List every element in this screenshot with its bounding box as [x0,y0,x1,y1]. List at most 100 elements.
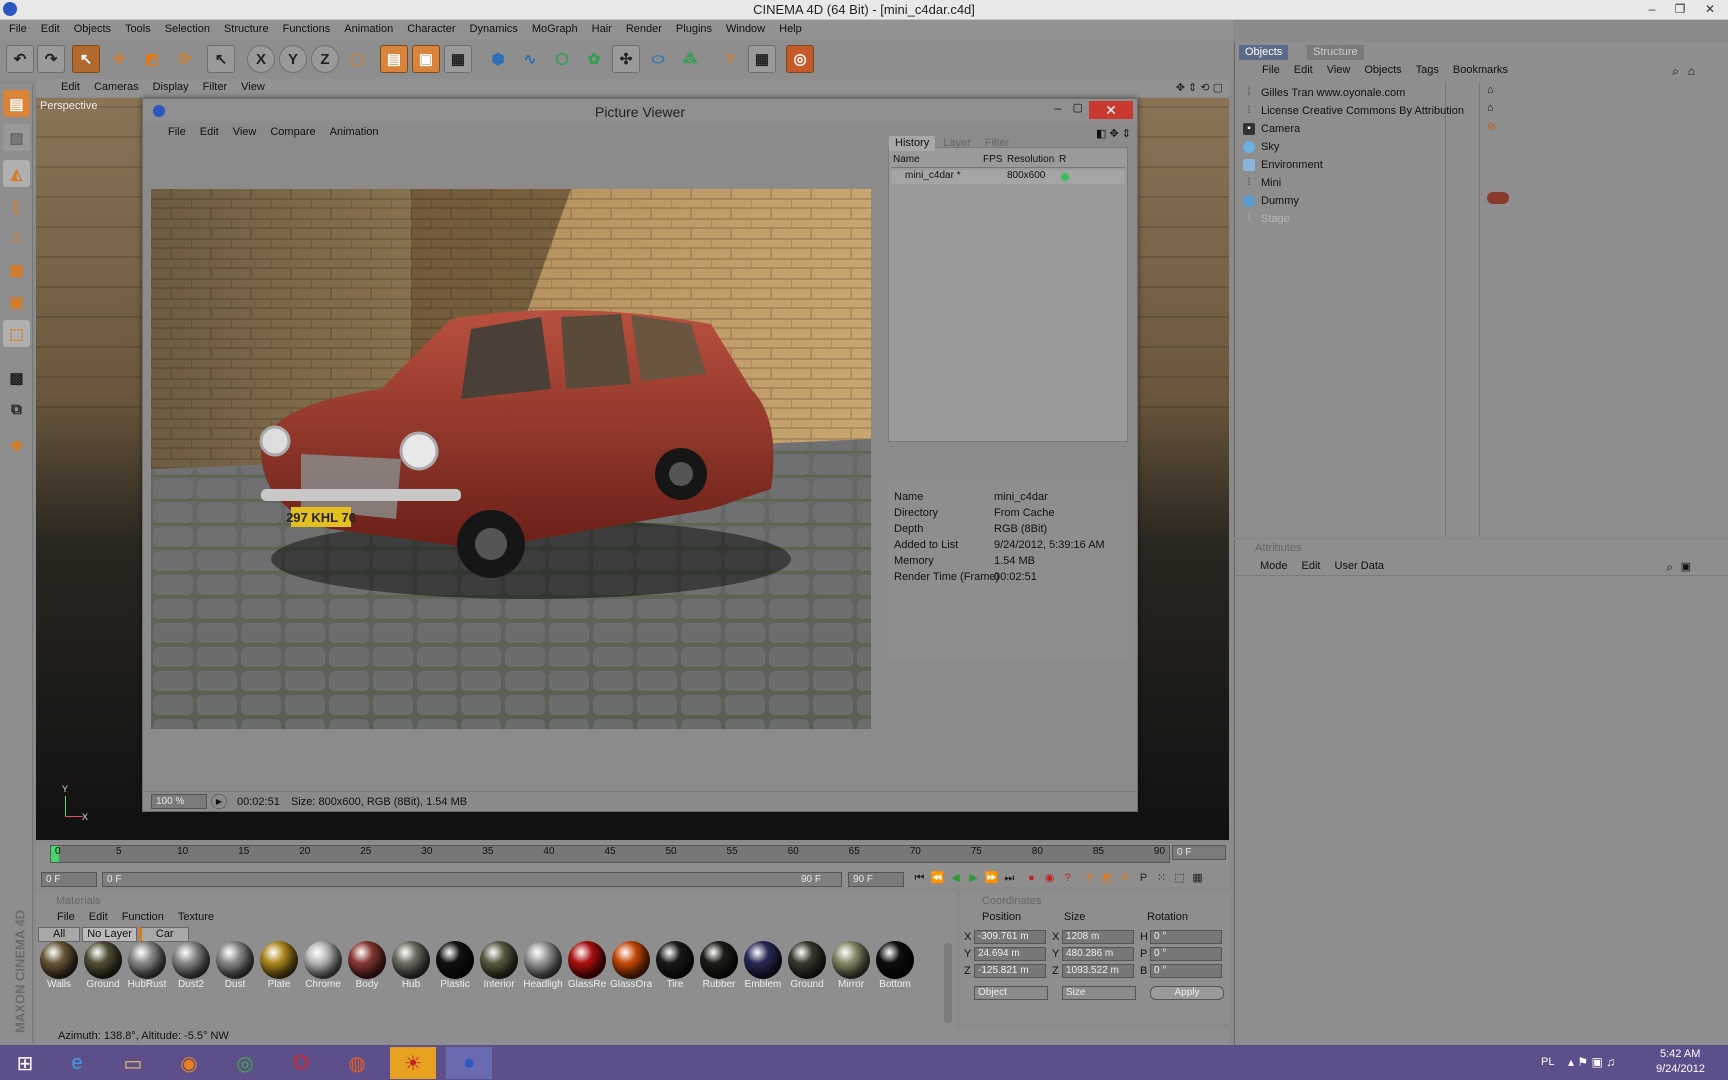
history-row[interactable]: mini_c4dar * 800x600 [891,170,1125,184]
material-swatch[interactable]: Emblem [742,941,784,993]
play-icon[interactable]: ▶ [211,794,227,809]
clock-date[interactable]: 9/24/2012 [1656,1063,1705,1075]
menu-mograph[interactable]: MoGraph [525,20,585,39]
material-swatch[interactable]: HubRust [126,941,168,993]
maximize-button[interactable]: ❐ [1668,0,1692,18]
menu-plugins[interactable]: Plugins [669,20,719,39]
obj-menu-tags[interactable]: Tags [1409,61,1446,80]
pv-maximize-button[interactable]: ▢ [1073,101,1083,114]
object-row[interactable]: ⁞ License Creative Commons By Attribution [1243,102,1464,119]
coordinate-system-icon[interactable]: ⬚ [343,45,371,73]
end-frame-field[interactable]: 90 F [848,872,904,887]
history-col-resolution[interactable]: Resolution [1007,154,1054,165]
language-indicator[interactable]: PL [1541,1056,1554,1068]
mat-menu-file[interactable]: File [50,908,82,927]
file-explorer-icon[interactable]: ▭ [110,1047,156,1079]
current-frame-field[interactable]: 0 F [1172,845,1226,860]
timeline-window-icon[interactable]: ▦ [1190,871,1205,886]
pv-menu-edit[interactable]: Edit [193,123,226,142]
obj-menu-edit[interactable]: Edit [1287,61,1320,80]
pv-close-button[interactable]: ✕ [1089,101,1133,119]
model-mode-icon[interactable]: ◭ [3,160,30,187]
render-settings-icon[interactable]: ▦ [444,45,472,73]
pv-menu-view[interactable]: View [226,123,264,142]
history-col-fps[interactable]: FPS [983,154,1002,165]
web-icon[interactable]: ◎ [786,45,814,73]
material-scrollbar[interactable] [944,943,952,1023]
viewport-menu-view[interactable]: View [234,78,272,97]
obj-menu-view[interactable]: View [1320,61,1358,80]
material-tag-icon[interactable] [1487,192,1509,204]
menu-character[interactable]: Character [400,20,462,39]
menu-animation[interactable]: Animation [337,20,400,39]
x-axis-icon[interactable]: X [247,45,275,73]
rotation-b-field[interactable]: 0 ° [1150,964,1222,978]
render-picture-viewer-icon[interactable]: ▣ [412,45,440,73]
mat-menu-texture[interactable]: Texture [171,908,221,927]
rotate-icon[interactable]: ⟳ [171,45,199,73]
obj-menu-objects[interactable]: Objects [1357,61,1408,80]
subdivision-icon[interactable]: ⬡ [548,45,576,73]
viewport-menu-display[interactable]: Display [146,78,196,97]
material-swatch[interactable]: Dust2 [170,941,212,993]
filter-all[interactable]: All [38,927,81,942]
start-frame-field[interactable]: 0 F [41,872,97,887]
material-swatch[interactable]: Dust [214,941,256,993]
position-x-field[interactable]: -309.761 m [974,930,1046,944]
viewport-menu-filter[interactable]: Filter [196,78,234,97]
protection-tag-icon[interactable]: ⌂ [1487,102,1494,114]
menu-tools[interactable]: Tools [118,20,158,39]
compositing-tag-icon[interactable]: ⊘ [1487,120,1496,133]
layout-icon[interactable]: ▦ [748,45,776,73]
size-y-field[interactable]: 480.286 m [1062,947,1134,961]
tab-filter[interactable]: Filter [979,136,1015,151]
cube-icon[interactable]: ⬢ [484,45,512,73]
points-mode-icon[interactable]: ⁙ [3,224,30,251]
opera-icon[interactable]: O [278,1047,324,1079]
goto-end-icon[interactable]: ⏭ [1002,871,1017,886]
material-swatch[interactable]: Chrome [302,941,344,993]
help-icon[interactable]: ? [716,45,744,73]
menu-hair[interactable]: Hair [585,20,619,39]
attr-menu-user-data[interactable]: User Data [1328,557,1392,576]
tab-structure[interactable]: Structure [1307,45,1364,60]
record-icon[interactable]: ● [1024,871,1039,886]
viewport-nav-icons[interactable]: ✥ ⇕ ⟲ ▢ [1176,81,1223,94]
parameter-key-icon[interactable]: P [1136,871,1151,886]
object-axis-icon[interactable]: ⌊ [3,192,30,219]
obj-menu-file[interactable]: File [1255,61,1287,80]
menu-file[interactable]: File [2,20,34,39]
object-row[interactable]: ⁞ Gilles Tran www.oyonale.com [1243,84,1406,101]
timeline-ruler[interactable]: 0 5 10 15 20 25 30 35 40 45 50 55 60 65 70 75 80 85 90 [50,845,1170,863]
history-col-name[interactable]: Name [893,154,920,165]
redo-icon[interactable]: ↷ [37,45,65,73]
protection-tag-icon[interactable]: ⌂ [1487,84,1494,96]
position-y-field[interactable]: 24.694 m [974,947,1046,961]
material-swatch[interactable]: Plastic [434,941,476,993]
attr-search-icon[interactable]: ⌕ [1666,560,1673,575]
pla-key-icon[interactable]: ⁙ [1154,871,1169,886]
viewport-menu-edit[interactable]: Edit [54,78,87,97]
menu-edit[interactable]: Edit [34,20,67,39]
camera-scene-icon[interactable]: ⁂ [676,45,704,73]
material-swatch[interactable]: Mirror [830,941,872,993]
move-icon[interactable]: ✛ [105,45,133,73]
material-swatch[interactable]: Bottom [874,941,916,993]
attr-menu-edit[interactable]: Edit [1295,557,1328,576]
undo-icon[interactable]: ↶ [6,45,34,73]
start-button-icon[interactable]: ⊞ [2,1047,48,1079]
workplane-icon[interactable]: ▩ [3,364,30,391]
sculpt-icon[interactable]: ✤ [3,432,30,459]
apply-button[interactable]: Apply [1150,986,1224,1000]
menu-structure[interactable]: Structure [217,20,276,39]
polygons-mode-icon[interactable]: ▣ [3,288,30,315]
pv-menu-compare[interactable]: Compare [263,123,322,142]
filter-car[interactable]: Car [138,927,189,942]
make-editable-icon[interactable]: ▤ [3,90,30,117]
material-swatch[interactable]: GlassRe [566,941,608,993]
size-mode-select[interactable]: Size [1062,986,1136,1000]
tab-history[interactable]: History [889,136,936,151]
tab-layer[interactable]: Layer [937,136,977,151]
z-axis-icon[interactable]: Z [311,45,339,73]
firefox-icon[interactable]: ◉ [166,1047,212,1079]
